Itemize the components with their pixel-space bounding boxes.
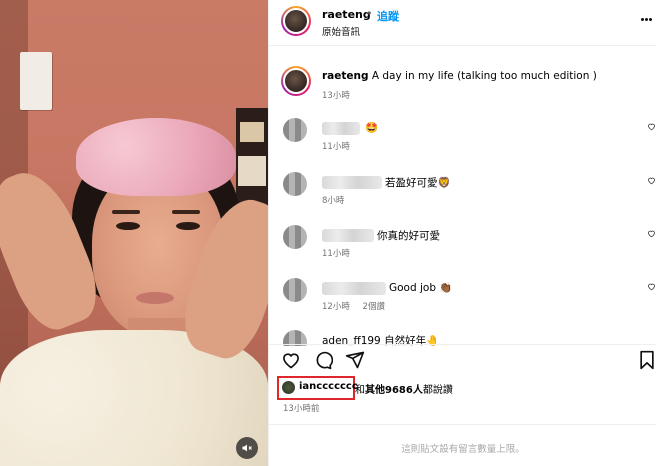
air-conditioner [20,52,52,110]
likes-summary: ianccccccc 和其他9686人都說讚 [277,376,656,400]
heart-icon[interactable] [647,122,656,131]
post-time[interactable]: 13小時前 [283,402,319,414]
action-bar [269,344,656,374]
author-username[interactable]: raeteng [322,8,371,21]
likes-text: 和其他9686人都說讚 [355,381,453,396]
comment-time: 12小時 [322,302,350,312]
likes-suffix: 都說讚 [422,385,453,396]
comment-time: 11小時 [322,249,350,259]
comment-item: 🤩 11小時 [269,118,656,168]
comment-item: 你真的好可愛 11小時 [269,225,656,275]
comment-item: 若盈好可愛🦁 8小時 [269,172,656,222]
commenter-avatar[interactable] [283,225,307,249]
comment-meta: 12小時 2個讚 [322,300,395,312]
post-header: raeteng • 追蹤 原始音訊 [269,0,656,46]
likes-prefix: 和 [355,385,365,396]
post-caption: raeteng A day in my life (talking too mu… [269,62,656,104]
mute-button[interactable] [236,437,258,459]
blurred-username[interactable] [322,229,374,242]
comment-text: 你真的好可愛 [377,230,440,242]
comment-text: Good job 👏🏾 [389,282,453,294]
mouth [136,292,174,304]
comment-likes[interactable]: 2個讚 [363,302,385,312]
eyebrow-right [172,210,200,214]
comment-meta: 11小時 [322,140,360,152]
comment-meta: 11小時 [322,247,360,259]
blurred-username[interactable] [322,282,386,295]
heart-icon[interactable] [647,229,656,238]
follow-button[interactable]: 追蹤 [377,8,399,24]
liker-avatar[interactable] [282,381,295,394]
caption-username[interactable]: raeteng [322,70,369,82]
eye-right [176,222,200,230]
eyebrow-left [112,210,140,214]
video-player[interactable] [0,0,268,466]
commenter-avatar[interactable] [283,172,307,196]
commenter-avatar[interactable] [283,118,307,142]
eye-left [116,222,140,230]
blurred-username[interactable] [322,176,382,189]
heart-icon[interactable] [281,350,301,370]
footer-notice: 這則貼文設有留言數量上限。 [401,444,525,455]
heart-icon[interactable] [647,282,656,291]
commenter-avatar[interactable] [283,278,307,302]
more-icon[interactable] [641,18,652,22]
share-icon[interactable] [345,350,365,370]
caption-text: raeteng A day in my life (talking too mu… [322,70,597,82]
likes-others[interactable]: 其他9686人 [365,385,423,396]
comment-item: Good job 👏🏾 12小時 2個讚 [269,278,656,328]
post-panel: raeteng • 追蹤 原始音訊 raeteng A day in my li… [268,0,656,466]
heart-icon[interactable] [647,176,656,185]
headband [76,118,236,196]
blurred-username[interactable] [322,122,360,135]
liker-username[interactable]: ianccccccc [299,381,358,392]
author-avatar[interactable] [281,6,311,36]
comment-text: 若盈好可愛🦁 [385,177,451,189]
comment-meta: 8小時 [322,194,354,206]
caption-time: 13小時 [322,91,350,101]
mute-icon [242,444,252,452]
audio-label[interactable]: 原始音訊 [322,24,360,38]
comment-time: 8小時 [322,196,345,206]
comment-icon[interactable] [313,350,333,370]
caption-body: A day in my life (talking too much editi… [371,70,597,82]
bookmark-icon[interactable] [637,350,656,370]
comment-time: 11小時 [322,142,350,152]
caption-avatar[interactable] [281,66,311,96]
comment-text: 🤩 [365,122,379,134]
separator-dot: • [366,7,373,20]
comments-limit-footer: 這則貼文設有留言數量上限。 [269,424,656,466]
